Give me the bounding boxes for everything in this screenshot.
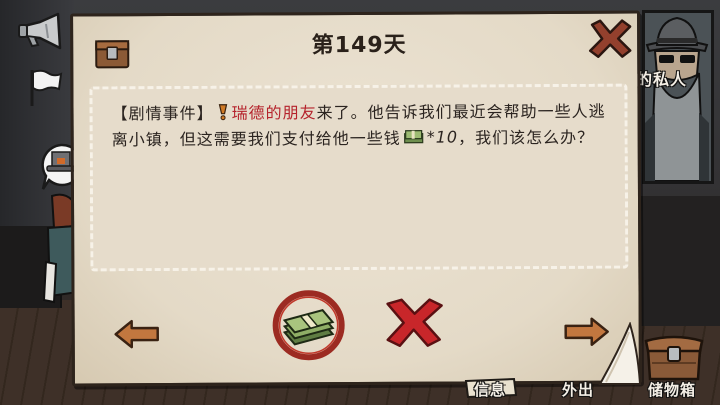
event-dialog: 第149天 【剧情事件】 瑞德的朋友 来了。他告诉我们最近会帮助一些人逃 离小镇… [70,10,642,387]
megaphone-icon[interactable] [16,12,64,56]
page-curl [598,321,642,390]
close-x-icon [588,19,632,58]
nav-storage[interactable]: 储物箱 [648,380,696,400]
character-portrait-icon [645,16,709,181]
event-text-segment: 离小镇，但这需要我们支付给他一些钱 [111,128,401,150]
storage-chest-icon[interactable] [644,333,704,385]
red-x-icon [386,298,443,348]
pay-money-button[interactable] [270,288,346,366]
event-character-name: 瑞德的朋友 [231,103,317,123]
previous-button[interactable] [114,319,160,353]
event-text-segment: ，我们该怎么办？ [458,127,595,148]
event-tag: 【剧情事件】 [111,103,214,124]
chest-icon [94,35,130,73]
nav-go-out[interactable]: 外出 [562,380,594,400]
money-icon [404,130,424,144]
close-button[interactable] [588,19,632,63]
arrow-left-icon [114,319,159,349]
money-stack-icon [272,290,345,361]
portrait-frame[interactable] [642,10,714,184]
exclamation-icon [217,103,229,120]
event-text-segment: 来了。他告诉我们最近会帮助一些人逃 [316,101,606,123]
nav-info[interactable]: 信息 [474,380,506,400]
event-cost: *10 [426,126,459,147]
event-text-line-1: 【剧情事件】 瑞德的朋友 来了。他告诉我们最近会帮助一些人逃 [111,97,606,126]
event-text-line-2: 离小镇，但这需要我们支付给他一些钱 *10 ，我们该怎么办？ [112,123,595,152]
portrait-label: 的私人 [636,70,688,89]
white-flag-icon[interactable] [26,68,64,112]
day-title: 第149天 [311,32,407,59]
event-description-box: 【剧情事件】 瑞德的朋友 来了。他告诉我们最近会帮助一些人逃 离小镇，但这需要我… [89,83,629,272]
reject-button[interactable] [384,298,446,352]
background-table [640,196,720,326]
